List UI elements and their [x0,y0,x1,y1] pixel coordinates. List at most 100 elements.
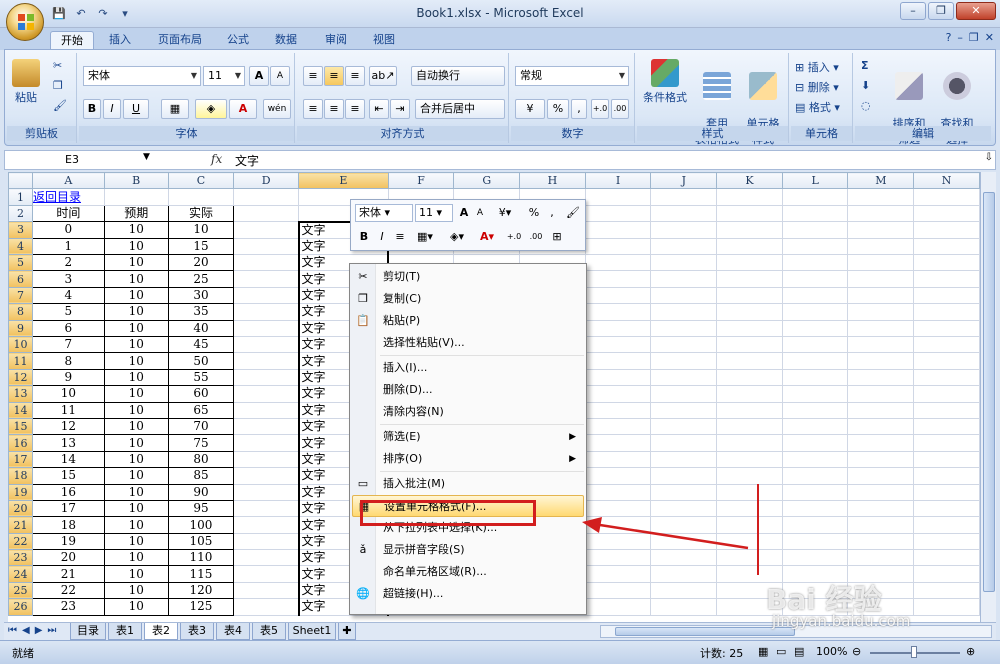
data-cell[interactable]: 10 [103,401,169,419]
cell[interactable] [847,516,915,534]
data-cell[interactable]: 10 [103,303,169,321]
cell[interactable] [913,450,980,469]
help-icon[interactable]: ? [946,31,952,44]
zoom-out-icon[interactable]: ⊖ [852,645,861,658]
cell[interactable] [716,188,783,206]
context-menu-item[interactable]: ✂ 剪切(T) [352,266,584,288]
data-cell[interactable]: 10 [103,352,169,370]
fill-color-button[interactable]: ◈ [195,99,227,119]
cell[interactable] [650,352,718,370]
data-cell[interactable]: 85 [167,467,235,485]
data-cell[interactable]: 9 [31,368,105,387]
font-size-combo[interactable]: 11 ▼ [203,66,245,86]
format-painter-icon[interactable]: 🖌 [53,99,67,112]
data-cell[interactable]: 6 [31,319,105,338]
cell[interactable] [716,385,783,403]
context-menu-item[interactable]: 筛选(E) ▶ [352,426,584,448]
data-cell[interactable]: 10 [103,434,169,452]
bold-button[interactable]: B [83,99,101,119]
data-cell[interactable]: 10 [103,270,169,288]
cell[interactable] [650,237,718,256]
cell[interactable] [847,319,915,338]
row-header[interactable]: 18 [8,467,33,485]
sheet-tab-sheet1[interactable]: Sheet1 [288,623,336,640]
cell[interactable] [584,368,652,387]
cell[interactable] [913,516,980,534]
data-cell[interactable]: 10 [103,254,169,272]
office-button[interactable] [6,3,44,41]
fill-button[interactable]: ⬇ [861,79,870,92]
cell[interactable] [781,352,849,370]
data-cell[interactable]: 30 [167,286,235,305]
merge-center-button[interactable]: 合并后居中 [415,99,505,119]
tab-insert[interactable]: 插入 [100,31,140,50]
cell[interactable] [847,532,915,551]
grow-font-button[interactable]: A [249,66,269,86]
tab-view[interactable]: 视图 [364,31,404,50]
data-cell[interactable]: 10 [103,319,169,338]
cell[interactable] [233,581,300,600]
cell[interactable] [650,417,718,436]
data-cell[interactable]: 125 [167,598,235,616]
data-cell[interactable]: 25 [167,270,235,288]
align-right-button[interactable]: ≡ [345,99,365,119]
cell[interactable] [233,565,300,583]
cell[interactable] [233,319,300,338]
mini-fill-color-button[interactable]: ◈▾ [445,228,469,246]
data-cell[interactable]: 10 [103,499,169,518]
data-cell[interactable]: 10 [103,336,169,354]
cell[interactable] [913,483,980,501]
data-cell[interactable]: 3 [31,270,105,288]
data-cell[interactable]: 10 [167,221,235,239]
comma-button[interactable]: , [571,99,587,119]
cell[interactable] [233,352,300,370]
cell[interactable] [847,204,915,223]
context-menu-item[interactable]: 选择性粘贴(V)... [352,332,584,354]
zoom-level[interactable]: 100% [816,645,847,658]
data-cell[interactable]: 120 [167,581,235,600]
cell[interactable] [233,204,300,223]
context-menu-item[interactable]: 📋 粘贴(P) [352,310,584,332]
cell[interactable] [781,286,849,305]
mini-comma-button[interactable]: , [547,204,557,222]
cell[interactable] [781,336,849,354]
phonetic-button[interactable]: wén [263,99,291,119]
data-cell[interactable]: 10 [103,565,169,583]
row-header[interactable]: 5 [8,254,33,272]
column-header[interactable]: J [650,172,718,190]
cell[interactable] [847,254,915,272]
decrease-indent-button[interactable]: ⇤ [369,99,389,119]
back-to-index-link[interactable]: 返回目录 [31,188,105,206]
context-menu-item[interactable]: 清除内容(N) [352,401,584,423]
cell[interactable] [650,368,718,387]
name-box[interactable]: E3 [7,152,155,168]
data-cell[interactable]: 17 [31,499,105,518]
align-left-button[interactable]: ≡ [303,99,323,119]
cell[interactable] [781,401,849,419]
cell[interactable] [716,450,783,469]
cell[interactable] [847,549,915,567]
data-cell[interactable]: 15 [167,237,235,256]
cell[interactable] [584,254,652,272]
cell[interactable] [913,581,980,600]
cell[interactable] [584,286,652,305]
column-header[interactable]: G [453,172,521,190]
row-header[interactable]: 12 [8,368,33,387]
cell[interactable] [781,385,849,403]
data-cell[interactable]: 22 [31,581,105,600]
cell[interactable] [650,319,718,338]
cell[interactable] [650,385,718,403]
cell[interactable] [233,467,300,485]
row-header[interactable]: 10 [8,336,33,354]
increase-indent-button[interactable]: ⇥ [390,99,410,119]
row-header[interactable]: 6 [8,270,33,288]
cell[interactable] [233,385,300,403]
tab-data[interactable]: 数据 [266,31,306,50]
mini-font-color-button[interactable]: A▾ [475,228,499,246]
cell[interactable] [847,499,915,518]
cell[interactable] [781,221,849,239]
cell[interactable] [716,303,783,321]
data-cell[interactable]: 20 [167,254,235,272]
row-header[interactable]: 22 [8,532,33,551]
decrease-decimal-button[interactable]: .00 [611,99,629,119]
